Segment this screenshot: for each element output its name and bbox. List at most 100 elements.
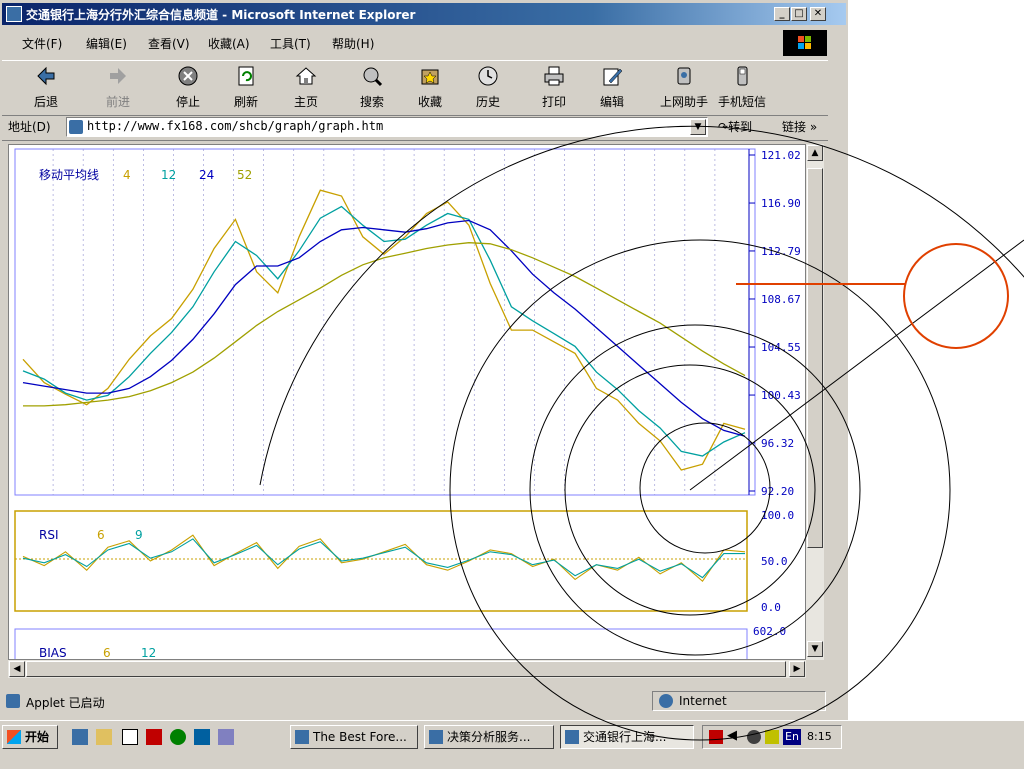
forward-arrow-icon: [107, 65, 129, 87]
bias-legend-12: 12: [141, 646, 156, 660]
bias-tick-top: 602.0: [753, 625, 786, 638]
bias-panel-frame: [14, 628, 748, 659]
rsi-label: RSI: [39, 528, 59, 542]
scroll-up-icon[interactable]: ▲: [807, 145, 823, 161]
scroll-thumb[interactable]: [807, 168, 823, 548]
go-arrow-icon: ↷: [718, 120, 729, 134]
task-ie-icon: [565, 730, 579, 744]
links-label: 链接: [782, 120, 807, 134]
scroll-left-icon[interactable]: ◀: [9, 661, 25, 677]
home-button[interactable]: 主页: [280, 65, 332, 111]
applet-icon: [6, 694, 20, 708]
y-tick-label: 96.32: [761, 437, 794, 450]
start-button[interactable]: 开始: [2, 725, 58, 749]
scroll-down-icon[interactable]: ▼: [807, 641, 823, 657]
sms-button[interactable]: 手机短信: [716, 65, 768, 111]
tray-network-icon[interactable]: [747, 730, 761, 744]
chart-title: 移动平均线: [39, 168, 99, 182]
address-label: 地址(D): [8, 120, 51, 134]
start-logo-icon: [7, 730, 21, 744]
tray-tool-icon[interactable]: [765, 730, 779, 744]
rsi-tick-label: 50.0: [761, 555, 788, 568]
sms-icon: [731, 65, 753, 87]
favorites-icon: [419, 65, 441, 87]
hscroll-thumb[interactable]: [26, 661, 786, 677]
task-best-forex[interactable]: The Best Fore...: [290, 725, 418, 749]
task-label: 决策分析服务...: [447, 730, 531, 744]
refresh-label: 刷新: [233, 95, 258, 109]
favorites-button[interactable]: 收藏: [404, 65, 456, 111]
title-bar[interactable]: 交通银行上海分行外汇综合信息频道 - Microsoft Internet Ex…: [2, 3, 846, 25]
task-label: The Best Fore...: [313, 730, 407, 744]
search-button[interactable]: 搜索: [346, 65, 398, 111]
tray-app-icon[interactable]: [709, 730, 723, 744]
stop-button[interactable]: 停止: [162, 65, 214, 111]
task-bocom-shanghai[interactable]: 交通银行上海...: [560, 725, 694, 749]
quick-launch: [72, 727, 242, 747]
outlook-quicklaunch-icon[interactable]: [96, 729, 112, 745]
print-icon: [543, 65, 565, 87]
ime-indicator[interactable]: En: [783, 729, 801, 745]
menu-favorites[interactable]: 收藏(A): [208, 35, 250, 52]
menu-edit[interactable]: 编辑(E): [86, 35, 127, 52]
legend-ma24: 24: [199, 168, 214, 182]
sms-label: 手机短信: [717, 95, 766, 109]
bias-legend-6: 6: [103, 646, 111, 660]
tool-quicklaunch-icon[interactable]: [218, 729, 234, 745]
legend-ma52: 52: [237, 168, 252, 182]
address-url: http://www.fx168.com/shcb/graph/graph.ht…: [87, 119, 384, 133]
clock[interactable]: 8:15: [807, 730, 832, 743]
vertical-scrollbar[interactable]: ▲ ▼: [806, 144, 824, 660]
edit-button[interactable]: 编辑: [586, 65, 638, 111]
y-tick-label: 104.55: [761, 341, 801, 354]
menu-help[interactable]: 帮助(H): [332, 35, 374, 52]
history-button[interactable]: 历史: [462, 65, 514, 111]
ie-logo-icon: [6, 6, 22, 22]
edit-label: 编辑: [599, 95, 624, 109]
go-button[interactable]: ↷转到: [718, 118, 752, 135]
globe-quicklaunch-icon[interactable]: [170, 729, 186, 745]
y-tick-label: 100.43: [761, 389, 801, 402]
edit-icon: [601, 65, 623, 87]
favorites-label: 收藏: [417, 95, 442, 109]
desktop-quicklaunch-icon[interactable]: [122, 729, 138, 745]
links-button[interactable]: 链接 »: [782, 118, 817, 135]
zone-panel: Internet: [652, 691, 826, 711]
back-arrow-icon: [35, 65, 57, 87]
back-button[interactable]: 后退: [20, 65, 72, 111]
rsi-legend-6: 6: [97, 528, 105, 542]
volume-icon[interactable]: ◀: [727, 728, 737, 743]
rsi-legend-9: 9: [135, 528, 143, 542]
menu-file[interactable]: 文件(F): [22, 35, 62, 52]
address-dropdown-icon[interactable]: ▼: [690, 119, 706, 135]
bias-label: BIAS: [39, 646, 67, 660]
horizontal-scrollbar[interactable]: ◀ ▶: [8, 660, 806, 678]
task-ie-icon: [295, 730, 309, 744]
address-input[interactable]: http://www.fx168.com/shcb/graph/graph.ht…: [66, 117, 708, 137]
go-label: 转到: [728, 120, 753, 134]
monitor-quicklaunch-icon[interactable]: [194, 729, 210, 745]
standard-toolbar: 后退 前进 停止 刷新 主页 搜索 收藏 历史 打印 编辑 上网助手 手机短信: [2, 60, 828, 116]
app-quicklaunch-icon[interactable]: [146, 729, 162, 745]
minimize-button[interactable]: _: [774, 7, 790, 21]
close-button[interactable]: ✕: [810, 7, 826, 21]
rsi-tick-label: 100.0: [761, 509, 794, 522]
ie-window: 交通银行上海分行外汇综合信息频道 - Microsoft Internet Ex…: [0, 0, 848, 720]
task-label: 交通银行上海...: [583, 730, 667, 744]
forward-button[interactable]: 前进: [92, 65, 144, 111]
stop-icon: [177, 65, 199, 87]
menu-view[interactable]: 查看(V): [148, 35, 190, 52]
ie-quicklaunch-icon[interactable]: [72, 729, 88, 745]
address-bar: 地址(D) http://www.fx168.com/shcb/graph/gr…: [2, 114, 828, 141]
maximize-button[interactable]: □: [791, 7, 807, 21]
refresh-button[interactable]: 刷新: [220, 65, 272, 111]
zone-text: Internet: [679, 694, 727, 708]
menu-tools[interactable]: 工具(T): [270, 35, 311, 52]
start-label: 开始: [25, 730, 50, 744]
assistant-button[interactable]: 上网助手: [658, 65, 710, 111]
rsi-tick-labels: 100.0 50.0 0.0: [761, 509, 794, 614]
stop-label: 停止: [175, 95, 200, 109]
scroll-right-icon[interactable]: ▶: [789, 661, 805, 677]
print-button[interactable]: 打印: [528, 65, 580, 111]
task-decision-service[interactable]: 决策分析服务...: [424, 725, 554, 749]
